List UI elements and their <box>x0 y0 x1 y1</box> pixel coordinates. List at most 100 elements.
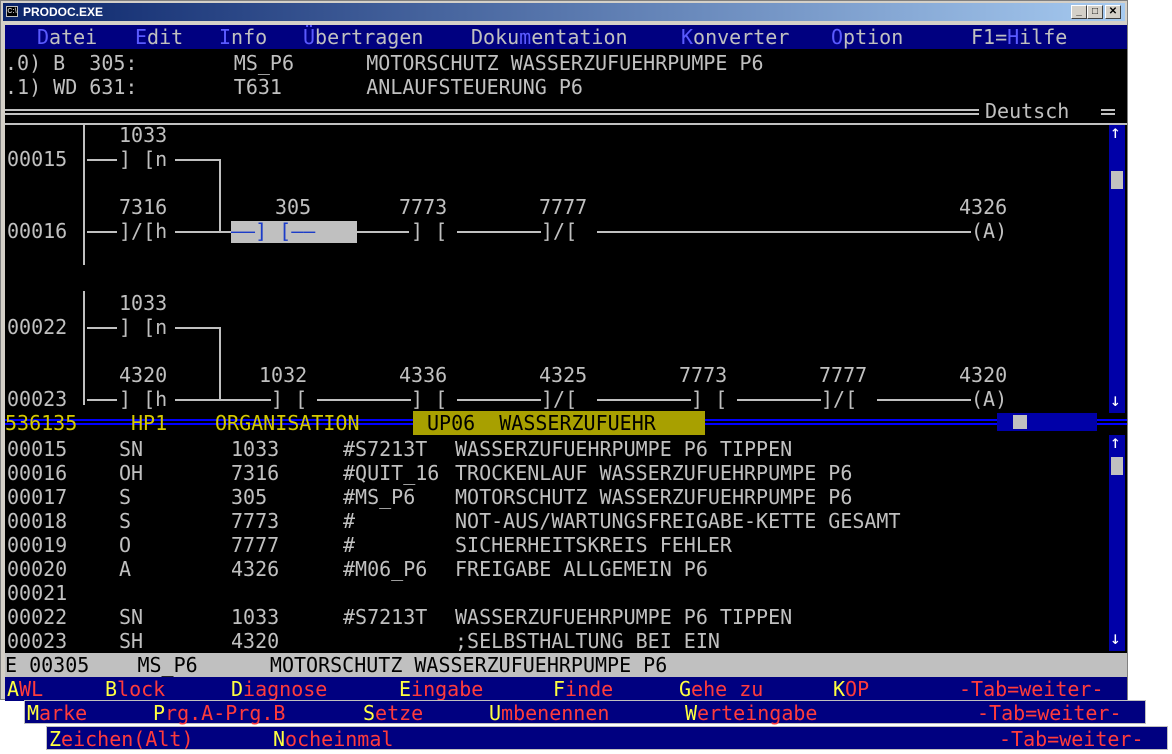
function-bar-3: Zeichen(Alt) Nocheinmal -Tab=weiter- <box>46 726 1168 751</box>
wire <box>317 399 411 401</box>
list-cell-addr: 7777 <box>231 533 280 557</box>
language-label: Deutsch <box>985 99 1070 123</box>
function-key-k-op[interactable]: KOP <box>833 677 869 701</box>
wire <box>175 159 219 161</box>
list-cell-op: S <box>119 485 132 509</box>
list-cell-n[interactable]: 00015 <box>7 437 67 461</box>
wire <box>87 327 117 329</box>
function-key-m-arke[interactable]: Marke <box>27 701 87 725</box>
function-key-d-iagnose[interactable]: Diagnose <box>231 677 327 701</box>
function-key-label: -Tab=weiter- <box>959 677 1104 701</box>
function-key-f-inde[interactable]: Finde <box>553 677 613 701</box>
list-cell-n[interactable]: 00020 <box>7 557 67 581</box>
menu-edit[interactable]: Edit <box>135 25 183 49</box>
close-button[interactable]: ✕ <box>1105 5 1121 19</box>
path-up: UP06 WASSERZUFUEHR <box>413 411 705 435</box>
header-line-1: .1) WD 631: T631 ANLAUFSTEUERUNG P6 <box>5 75 583 99</box>
list-cell-text: WASSERZUFUEHRPUMPE P6 TIPPEN <box>455 437 793 461</box>
horizontal-scrollbar[interactable] <box>997 413 1097 431</box>
ladder-address: 4320 <box>119 363 168 387</box>
list-cell-n[interactable]: 00023 <box>7 629 67 653</box>
console-window: C:\ PRODOC.EXE _ □ ✕ Datei Edit Info Übe… <box>0 0 1128 701</box>
list-cell-n[interactable]: 00016 <box>7 461 67 485</box>
scroll-up-icon[interactable]: ↑ <box>1110 121 1121 145</box>
function-key-label: mbenennen <box>501 701 610 725</box>
scroll-thumb[interactable] <box>1111 171 1123 189</box>
list-cell-n[interactable]: 00017 <box>7 485 67 509</box>
title-bar[interactable]: C:\ PRODOC.EXE _ □ ✕ <box>3 3 1125 21</box>
menu-info[interactable]: Info <box>219 25 267 49</box>
contact-nc: ]/[ <box>541 219 578 243</box>
header-line-0: .0) B 305: MS_P6 MOTORSCHUTZ WASSERZUFUE… <box>5 51 764 75</box>
menu-hilfe[interactable]: F1=Hilfe <box>971 25 1067 49</box>
function-key-label: OP <box>845 677 870 701</box>
function-key-tab-tabweiter[interactable]: -Tab=weiter- <box>977 701 1122 725</box>
divider <box>5 123 1127 125</box>
contact-no: ] [ <box>411 387 448 411</box>
menu-uebertragen[interactable]: Übertragen <box>303 25 423 49</box>
function-key-hotkey: D <box>231 677 244 701</box>
menu-datei[interactable]: Datei <box>37 25 97 49</box>
path-org: ORGANISATION <box>215 411 360 435</box>
maximize-button[interactable]: □ <box>1087 5 1103 19</box>
scroll-up-icon[interactable]: ↑ <box>1110 431 1121 455</box>
minimize-button[interactable]: _ <box>1071 5 1087 19</box>
wire <box>219 159 221 231</box>
function-key-hotkey: M <box>27 701 40 725</box>
rung-number: 00015 <box>7 147 68 171</box>
function-key-label: WL <box>19 677 44 701</box>
menu-option[interactable]: Option <box>831 25 903 49</box>
scroll-down-icon[interactable]: ↓ <box>1110 389 1121 413</box>
wire <box>597 231 971 233</box>
function-key-z-eichenalt[interactable]: Zeichen(Alt) <box>49 727 194 751</box>
function-key-g-ehezu[interactable]: Gehe zu <box>679 677 763 701</box>
function-key-hotkey: S <box>363 701 376 725</box>
list-cell-n[interactable]: 00021 <box>7 581 67 605</box>
scroll-down-icon[interactable]: ↓ <box>1110 627 1121 651</box>
divider <box>5 109 979 115</box>
ladder-address: 7773 <box>399 195 448 219</box>
list-cell-addr: 4326 <box>231 557 280 581</box>
list-cell-n[interactable]: 00019 <box>7 533 67 557</box>
function-key-e-ingabe[interactable]: Eingabe <box>399 677 483 701</box>
wire <box>357 231 409 233</box>
menu-dokumentation[interactable]: Dokumentation <box>471 25 628 49</box>
ladder-address: 1033 <box>119 123 168 147</box>
ladder-address: 7777 <box>539 195 588 219</box>
coil: (A) <box>971 219 1008 243</box>
menu-konverter[interactable]: Konverter <box>681 25 789 49</box>
function-key-w-erteingabe[interactable]: Werteingabe <box>685 701 817 725</box>
function-key-hotkey: E <box>399 677 412 701</box>
list-cell-sym: #QUIT_16 <box>343 461 440 485</box>
function-key-n-ocheinmal[interactable]: Nocheinmal <box>273 727 393 751</box>
function-key-hotkey: K <box>833 677 846 701</box>
list-cell-addr: 7773 <box>231 509 280 533</box>
function-key-b-lock[interactable]: Block <box>105 677 165 701</box>
path-id: 536135 <box>5 411 78 435</box>
list-cell-text: WASSERZUFUEHRPUMPE P6 TIPPEN <box>455 605 793 629</box>
scroll-thumb[interactable] <box>1111 457 1123 475</box>
function-key-tab-tabweiter[interactable]: -Tab=weiter- <box>999 727 1144 751</box>
function-key-p-rgaprgb[interactable]: Prg.A-Prg.B <box>153 701 285 725</box>
contact-no: ] [n <box>119 147 168 171</box>
list-cell-op: O <box>119 533 132 557</box>
wire <box>219 327 221 399</box>
list-cell-sym: #S7213T <box>343 605 428 629</box>
list-cell-n[interactable]: 00018 <box>7 509 67 533</box>
list-cell-op: SN <box>119 605 144 629</box>
function-key-u-mbenennen[interactable]: Umbenennen <box>489 701 609 725</box>
rung-number: 00023 <box>7 387 68 411</box>
function-key-hotkey: F <box>553 677 566 701</box>
function-key-tab-tabweiter[interactable]: -Tab=weiter- <box>959 677 1104 701</box>
scroll-thumb[interactable] <box>1013 415 1027 429</box>
function-key-a-wl[interactable]: AWL <box>7 677 43 701</box>
console-screen[interactable]: Datei Edit Info Übertragen Dokumentation… <box>5 25 1127 701</box>
function-key-s-etze[interactable]: Setze <box>363 701 423 725</box>
ladder-address: 4336 <box>399 363 448 387</box>
wire <box>457 231 541 233</box>
list-cell-n[interactable]: 00022 <box>7 605 67 629</box>
ladder-scrollbar[interactable] <box>1109 125 1125 413</box>
wire <box>87 159 117 161</box>
selected-contact-label: ——] [—— <box>231 219 316 243</box>
wire <box>87 231 117 233</box>
